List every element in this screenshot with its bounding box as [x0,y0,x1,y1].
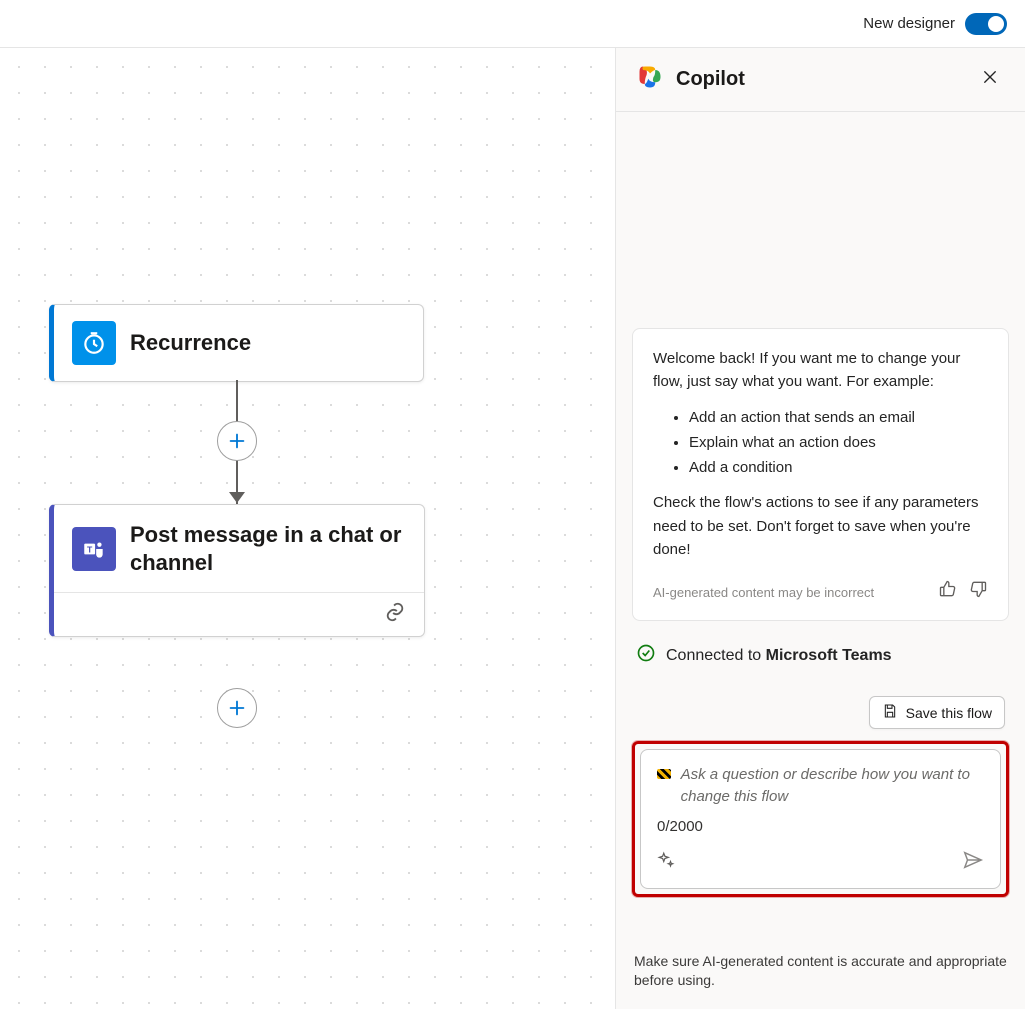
prompt-highlight-frame: Ask a question or describe how you want … [632,741,1009,897]
welcome-bullet: Explain what an action does [689,431,988,454]
node-footer [54,592,424,636]
thumbs-down-button[interactable] [968,579,988,606]
thumbs-down-icon [968,579,988,599]
connected-service: Microsoft Teams [766,647,892,664]
copilot-welcome-card: Welcome back! If you want me to change y… [632,328,1009,621]
add-step-button[interactable] [217,421,257,461]
copilot-title: Copilot [676,68,745,91]
new-designer-label: New designer [863,15,955,32]
teams-icon: T [72,527,116,571]
save-flow-button[interactable]: Save this flow [869,696,1005,729]
add-step-button[interactable] [217,688,257,728]
connected-prefix: Connected to [666,647,766,664]
welcome-intro: Welcome back! If you want me to change y… [653,347,988,394]
link-icon [384,601,406,628]
sparkle-icon [657,851,675,869]
copilot-panel: Copilot Welcome back! If you want me to … [615,48,1025,1009]
construction-icon [657,769,671,779]
copilot-prompt-box[interactable]: Ask a question or describe how you want … [640,749,1001,889]
sparkle-button[interactable] [657,851,675,874]
flow-arrowhead-icon [229,492,245,503]
flow-canvas[interactable]: Recurrence T Post message in a c [0,48,615,1009]
welcome-bullet: Add an action that sends an email [689,406,988,429]
copilot-header: Copilot [616,48,1025,112]
close-icon [981,68,999,86]
node-title: Recurrence [130,329,251,357]
checkmark-icon [636,643,656,668]
send-icon [962,849,984,871]
clock-icon [72,321,116,365]
connection-status: Connected to Microsoft Teams [636,643,1005,668]
char-counter: 0/2000 [657,818,984,835]
welcome-followup: Check the flow's actions to see if any p… [653,491,988,561]
close-button[interactable] [975,62,1005,97]
save-flow-label: Save this flow [906,705,992,721]
footer-disclaimer: Make sure AI-generated content is accura… [616,942,1025,1009]
thumbs-up-icon [938,579,958,599]
thumbs-up-button[interactable] [938,579,958,606]
welcome-bullet: Add a condition [689,456,988,479]
new-designer-toggle[interactable] [965,13,1007,35]
prompt-placeholder[interactable]: Ask a question or describe how you want … [681,764,984,808]
node-title: Post message in a chat or channel [130,521,406,576]
flow-node-post-message[interactable]: T Post message in a chat or channel [49,504,425,637]
copilot-logo-icon [636,63,664,96]
ai-disclaimer: AI-generated content may be incorrect [653,583,874,603]
send-button[interactable] [962,849,984,876]
svg-text:T: T [87,544,93,554]
welcome-suggestions: Add an action that sends an email Explai… [675,406,988,480]
save-icon [882,703,898,722]
top-bar: New designer [0,0,1025,48]
flow-node-recurrence[interactable]: Recurrence [49,304,424,382]
